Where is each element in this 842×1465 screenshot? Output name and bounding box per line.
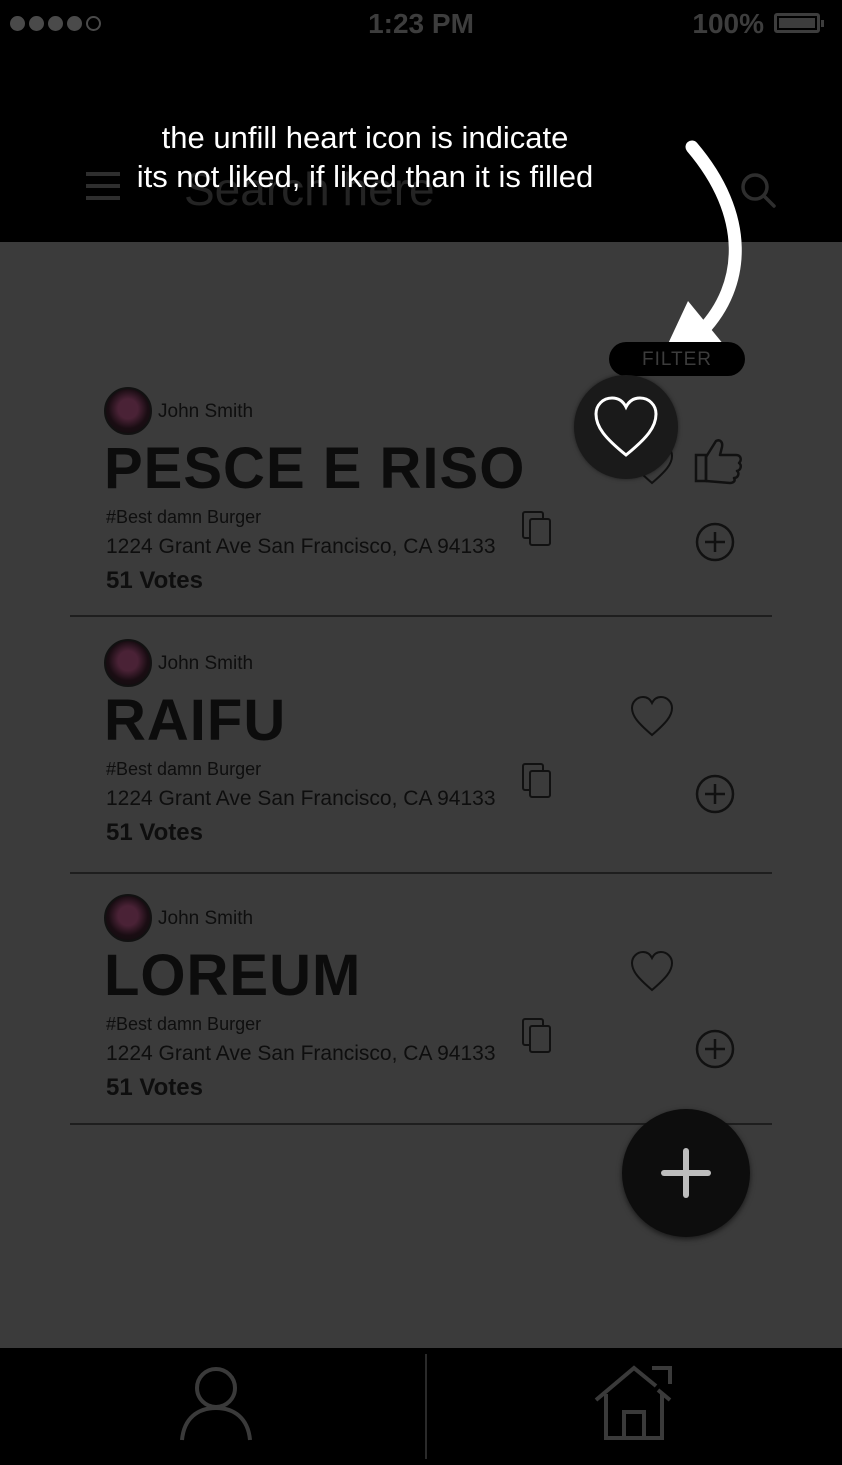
author-name: John Smith bbox=[158, 401, 254, 422]
plus-circle-icon[interactable] bbox=[694, 1028, 736, 1070]
add-fab-button[interactable] bbox=[622, 1109, 750, 1237]
filter-button[interactable]: FILTER bbox=[609, 342, 745, 376]
heart-spotlight bbox=[574, 375, 678, 479]
restaurant-title: RAIFU bbox=[104, 688, 287, 753]
avatar bbox=[104, 894, 152, 942]
plus-circle-icon[interactable] bbox=[694, 773, 736, 815]
restaurant-address: 1224 Grant Ave San Francisco, CA 94133 bbox=[106, 787, 496, 810]
restaurant-address: 1224 Grant Ave San Francisco, CA 94133 bbox=[106, 1042, 496, 1065]
restaurant-title: PESCE E RISO bbox=[104, 436, 526, 501]
vote-count: 51 Votes bbox=[106, 1074, 203, 1101]
battery-icon bbox=[774, 13, 824, 33]
vote-count: 51 Votes bbox=[106, 567, 203, 594]
bottom-nav bbox=[0, 1348, 842, 1465]
plus-icon bbox=[661, 1148, 711, 1198]
author-name: John Smith bbox=[158, 908, 254, 929]
heart-outline-icon[interactable] bbox=[630, 695, 674, 739]
plus-circle-icon[interactable] bbox=[694, 521, 736, 563]
author-name: John Smith bbox=[158, 653, 254, 674]
restaurant-tag: #Best damn Burger bbox=[106, 507, 262, 527]
annotation-line-2: its not liked, if liked than it is fille… bbox=[136, 159, 594, 194]
annotation-line-1: the unfill heart icon is indicate bbox=[161, 120, 569, 155]
restaurant-address: 1224 Grant Ave San Francisco, CA 94133 bbox=[106, 535, 496, 558]
heart-outline-icon[interactable] bbox=[630, 950, 674, 994]
app-screen: 1:23 PM 100% the unfill heart icon is in… bbox=[0, 0, 842, 1465]
annotation-arrow-icon bbox=[660, 140, 742, 361]
battery-percentage: 100% bbox=[692, 8, 764, 39]
home-icon[interactable] bbox=[592, 1364, 676, 1444]
annotation-note: the unfill heart icon is indicate its no… bbox=[60, 118, 670, 196]
copy-icon[interactable] bbox=[520, 509, 556, 549]
copy-icon[interactable] bbox=[520, 1016, 556, 1056]
status-bar: 1:23 PM 100% bbox=[0, 0, 842, 52]
avatar bbox=[104, 639, 152, 687]
thumbs-up-icon[interactable] bbox=[694, 437, 744, 485]
restaurant-card[interactable]: John Smith RAIFU #Best damn Burger 1224 … bbox=[70, 639, 772, 874]
restaurant-card[interactable]: John Smith LOREUM #Best damn Burger 1224… bbox=[70, 894, 772, 1125]
vote-count: 51 Votes bbox=[106, 819, 203, 846]
heart-outline-icon bbox=[594, 396, 658, 457]
restaurant-tag: #Best damn Burger bbox=[106, 759, 262, 779]
restaurant-title: LOREUM bbox=[104, 943, 362, 1008]
restaurant-tag: #Best damn Burger bbox=[106, 1014, 262, 1034]
avatar bbox=[104, 387, 152, 435]
nav-divider bbox=[425, 1354, 427, 1459]
user-icon[interactable] bbox=[176, 1364, 256, 1444]
copy-icon[interactable] bbox=[520, 761, 556, 801]
